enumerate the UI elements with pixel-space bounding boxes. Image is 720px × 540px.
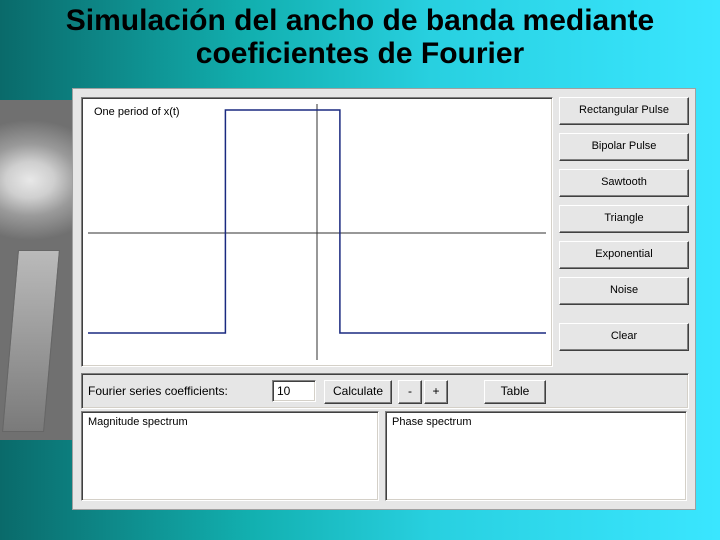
magnitude-spectrum-label: Magnitude spectrum bbox=[88, 416, 188, 428]
noise-button[interactable]: Noise bbox=[559, 277, 689, 305]
spectra-group: Magnitude spectrum Phase spectrum bbox=[81, 411, 687, 501]
waveform-plot: One period of x(t) bbox=[81, 97, 553, 367]
rectangular-pulse-button[interactable]: Rectangular Pulse bbox=[559, 97, 689, 125]
coefficients-minus-button[interactable]: - bbox=[398, 380, 422, 404]
table-button[interactable]: Table bbox=[484, 380, 546, 404]
clear-button[interactable]: Clear bbox=[559, 323, 689, 351]
magnitude-spectrum-plot: Magnitude spectrum bbox=[81, 411, 379, 501]
exponential-button[interactable]: Exponential bbox=[559, 241, 689, 269]
phase-spectrum-plot: Phase spectrum bbox=[385, 411, 687, 501]
waveform-plot-label: One period of x(t) bbox=[94, 106, 180, 118]
waveform-button-panel: Rectangular Pulse Bipolar Pulse Sawtooth… bbox=[559, 97, 687, 359]
slide-stage: Simulación del ancho de banda mediante c… bbox=[0, 0, 720, 540]
waveform-svg bbox=[82, 98, 552, 366]
coefficients-input[interactable] bbox=[272, 380, 316, 402]
page-title: Simulación del ancho de banda mediante c… bbox=[0, 4, 720, 70]
sawtooth-button[interactable]: Sawtooth bbox=[559, 169, 689, 197]
phase-spectrum-label: Phase spectrum bbox=[392, 416, 471, 428]
bipolar-pulse-button[interactable]: Bipolar Pulse bbox=[559, 133, 689, 161]
fourier-app-window: One period of x(t) Rectangular Pulse Bip… bbox=[72, 88, 696, 510]
coefficients-label: Fourier series coefficients: bbox=[88, 384, 228, 406]
coefficients-plus-button[interactable]: + bbox=[424, 380, 448, 404]
calculate-button[interactable]: Calculate bbox=[324, 380, 392, 404]
coefficients-row: Fourier series coefficients: Calculate -… bbox=[81, 373, 689, 409]
triangle-button[interactable]: Triangle bbox=[559, 205, 689, 233]
